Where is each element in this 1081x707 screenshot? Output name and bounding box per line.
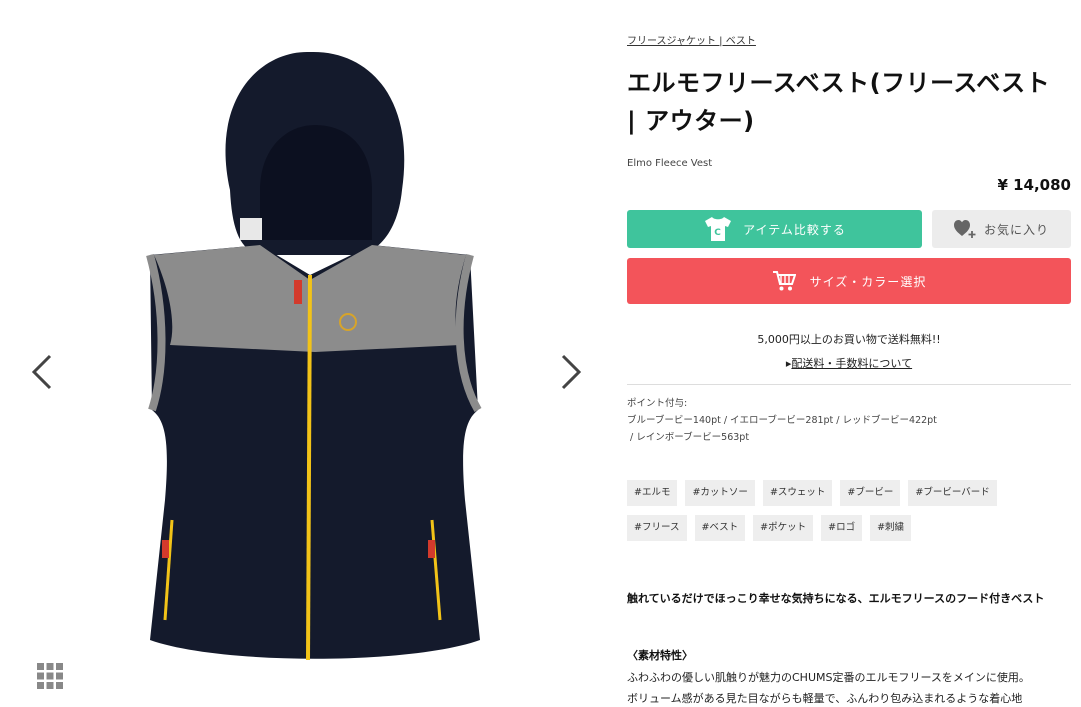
chevron-left-icon[interactable] xyxy=(28,352,58,392)
page-title: エルモフリースベスト(フリースベスト | アウター) xyxy=(627,69,1051,135)
points-line-1: ブルーブービー140pt / イエローブービー281pt / レッドブービー42… xyxy=(627,415,937,426)
description-body: ふわふわの優しい肌触りが魅力のCHUMS定番のエルモフリースをメインに使用。 ボ… xyxy=(627,667,1071,707)
tag-item[interactable]: #エルモ xyxy=(627,480,678,506)
breadcrumb[interactable]: フリースジャケット | ベスト xyxy=(627,32,756,47)
tag-item[interactable]: #ベスト xyxy=(694,515,746,541)
compare-button[interactable]: C アイテム比較する xyxy=(627,210,922,248)
tag-item[interactable]: #カットソー xyxy=(685,480,755,506)
points-label: ポイント付与: xyxy=(627,398,688,409)
chevron-right-icon[interactable] xyxy=(555,352,585,392)
description-lead: 触れているだけでほっこり幸せな気持ちになる、エルモフリースのフード付きベスト xyxy=(627,592,1045,605)
grid-icon[interactable] xyxy=(36,662,64,690)
tag-item[interactable]: #ブービーバード xyxy=(908,480,997,506)
heart-plus-icon xyxy=(953,220,976,238)
free-shipping-notice: 5,000円以上のお買い物で送料無料!! xyxy=(757,333,941,346)
product-price: ¥ 14,080 xyxy=(997,176,1071,194)
tag-list: #エルモ #カットソー #スウェット #ブービー #ブービーバード #フリース … xyxy=(627,480,1047,541)
tshirt-icon: C xyxy=(705,217,732,241)
shipping-link-text[interactable]: 配送料・手数料について xyxy=(791,357,912,370)
product-info-panel: フリースジャケット | ベスト エルモフリースベスト(フリースベスト | アウタ… xyxy=(627,0,1071,707)
cart-icon xyxy=(772,271,796,291)
description-line-1: ふわふわの優しい肌触りが魅力のCHUMS定番のエルモフリースをメインに使用。 xyxy=(627,671,1030,684)
tag-item[interactable]: #ブービー xyxy=(840,480,901,506)
favorite-button[interactable]: お気に入り xyxy=(932,210,1071,248)
points-line-2: / レインボーブービー563pt xyxy=(627,432,750,443)
product-image xyxy=(146,51,482,661)
tag-item[interactable]: #スウェット xyxy=(762,480,833,506)
tag-item[interactable]: #刺繍 xyxy=(870,515,912,541)
favorite-button-label: お気に入り xyxy=(983,222,1049,237)
product-image-gallery xyxy=(0,0,610,707)
size-color-select-button[interactable]: サイズ・カラー選択 xyxy=(627,258,1071,304)
size-color-select-label: サイズ・カラー選択 xyxy=(809,274,927,289)
product-english-name: Elmo Fleece Vest xyxy=(627,158,713,169)
points-info: ポイント付与: ブルーブービー140pt / イエローブービー281pt / レ… xyxy=(627,395,937,446)
shipping-fee-link[interactable]: ▸配送料・手数料について xyxy=(627,355,1071,371)
description-line-2: ボリューム感がある見た目ながらも軽量で、ふんわり包み込まれるような着心地 xyxy=(627,692,1023,705)
svg-text:C: C xyxy=(714,228,722,238)
divider xyxy=(627,384,1071,385)
tag-item[interactable]: #ポケット xyxy=(753,515,814,541)
tag-item[interactable]: #ロゴ xyxy=(821,515,863,541)
tag-item[interactable]: #フリース xyxy=(627,515,687,541)
compare-button-label: アイテム比較する xyxy=(743,222,846,237)
material-heading: 〈素材特性〉 xyxy=(627,649,693,662)
